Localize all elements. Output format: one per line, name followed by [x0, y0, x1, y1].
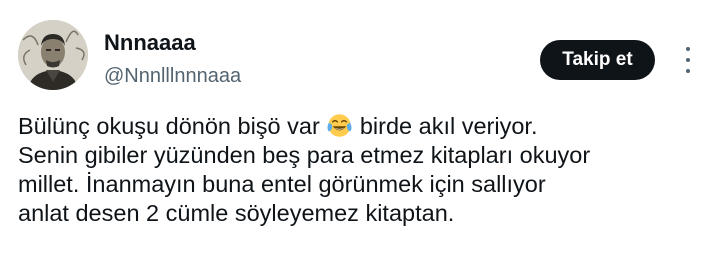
tweet-text-segment: birde akıl veriyor. — [353, 113, 538, 139]
author-names: Nnnaaaa @Nnnlllnnnaaa — [104, 30, 241, 88]
avatar[interactable] — [18, 20, 88, 90]
tweet-text-segment: Bülünç okuşu dönön bişö var — [18, 113, 327, 139]
tweet-line: millet. İnanmayın buna entel görünmek iç… — [18, 171, 546, 197]
tweet-card: Nnnaaaa @Nnnlllnnnaaa Takip et Bülünç ok… — [0, 0, 720, 258]
tweet-line: anlat desen 2 cümle söyleyemez kitaptan. — [18, 200, 455, 226]
author-display-name[interactable]: Nnnaaaa — [104, 30, 241, 56]
more-dot — [686, 58, 690, 62]
tweet-line: Senin gibiler yüzünden beş para etmez ki… — [18, 142, 591, 168]
tweet-text: Bülünç okuşu dönön bişö var birde akıl v… — [18, 112, 708, 228]
avatar-portrait-icon — [18, 20, 88, 90]
more-dot — [686, 69, 690, 73]
follow-button[interactable]: Takip et — [540, 40, 655, 80]
tweet-line: Bülünç okuşu dönön bişö var birde akıl v… — [18, 112, 708, 141]
more-dot — [686, 47, 690, 51]
author-handle[interactable]: @Nnnlllnnnaaa — [104, 64, 241, 88]
face-with-tears-of-joy-emoji-icon — [327, 114, 352, 137]
more-options-icon[interactable] — [680, 47, 696, 73]
